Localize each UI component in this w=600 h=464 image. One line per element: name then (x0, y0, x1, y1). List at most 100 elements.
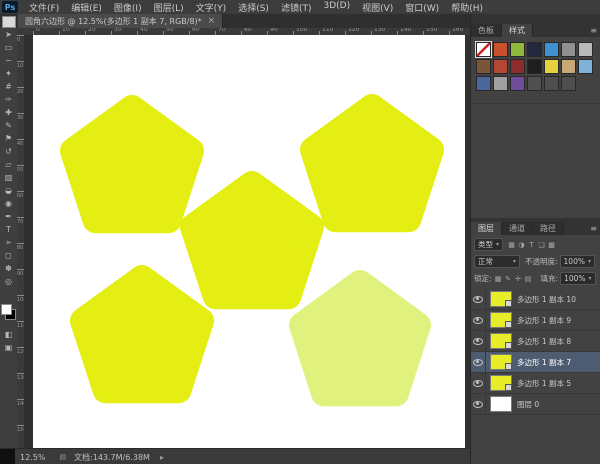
style-swatch[interactable] (493, 76, 508, 91)
menu-item[interactable]: 帮助(H) (445, 1, 489, 14)
style-swatch[interactable] (544, 42, 559, 57)
document-tab[interactable]: 圆角六边形 @ 12.5%(多边形 1 副本 7, RGB/8)* × (18, 14, 223, 28)
move-tool[interactable]: ➤ (0, 28, 17, 41)
healing-brush-tool[interactable]: ✚ (0, 106, 17, 119)
menu-item[interactable]: 选择(S) (232, 1, 275, 14)
layer-row[interactable]: 图层 0 (471, 394, 600, 415)
pen-tool[interactable]: ✒ (0, 210, 17, 223)
menu-item[interactable]: 编辑(E) (65, 1, 108, 14)
dodge-tool[interactable]: ◉ (0, 197, 17, 210)
vector-mask-badge (505, 342, 512, 349)
style-swatch[interactable] (476, 59, 491, 74)
lock-icon[interactable]: ✛ (514, 275, 523, 283)
path-selection-tool[interactable]: ➣ (0, 236, 17, 249)
style-swatch-none[interactable] (476, 42, 491, 57)
layer-row[interactable]: 多边形 1 副本 10 (471, 289, 600, 310)
menu-item[interactable]: 图像(I) (108, 1, 148, 14)
styles-tab-色板[interactable]: 色板 (471, 24, 502, 37)
menu-item[interactable]: 视图(V) (356, 1, 399, 14)
visibility-toggle[interactable] (471, 373, 486, 393)
layers-tab-图层[interactable]: 图层 (471, 222, 502, 235)
style-swatch[interactable] (578, 42, 593, 57)
clone-stamp-tool[interactable]: ⚑ (0, 132, 17, 145)
style-swatch[interactable] (493, 59, 508, 74)
visibility-toggle[interactable] (471, 394, 486, 414)
style-swatch[interactable] (578, 59, 593, 74)
history-brush-tool[interactable]: ↺ (0, 145, 17, 158)
style-swatch[interactable] (527, 59, 542, 74)
status-flyout-arrow[interactable]: ▸ (160, 453, 164, 462)
layers-tab-通道[interactable]: 通道 (502, 222, 533, 235)
layer-row[interactable]: 多边形 1 副本 9 (471, 310, 600, 331)
layer-filter-icon[interactable]: ❑ (537, 241, 546, 249)
layer-filter-kind-dropdown[interactable]: 类型 ▾ (474, 238, 503, 251)
visibility-toggle[interactable] (471, 310, 486, 330)
style-swatch[interactable] (527, 76, 542, 91)
menu-item[interactable]: 滤镜(T) (275, 1, 318, 14)
quick-selection-tool[interactable]: ✦ (0, 67, 17, 80)
crop-tool[interactable]: # (0, 80, 17, 93)
style-swatch[interactable] (493, 42, 508, 57)
zoom-level-field[interactable]: 12.5% (20, 453, 45, 462)
document-canvas[interactable] (33, 35, 465, 448)
close-tab-icon[interactable]: × (208, 16, 216, 26)
layer-filter-icon[interactable]: ▦ (507, 241, 516, 249)
blend-mode-row: 正常 ▾ 不透明度: 100% ▾ (471, 254, 600, 269)
layer-filter-icon[interactable]: T (527, 241, 536, 249)
fill-value[interactable]: 100% ▾ (560, 272, 595, 285)
style-swatch[interactable] (561, 59, 576, 74)
style-swatch[interactable] (561, 42, 576, 57)
quick-mask-button[interactable]: ◧ (0, 328, 17, 341)
menu-item[interactable]: 图层(L) (148, 1, 190, 14)
blur-tool[interactable]: ◒ (0, 184, 17, 197)
eyedropper-tool[interactable]: ✑ (0, 93, 17, 106)
layer-row[interactable]: 多边形 1 副本 7 (471, 352, 600, 373)
styles-tab-样式[interactable]: 样式 (502, 24, 533, 37)
hand-tool[interactable]: ✽ (0, 262, 17, 275)
layer-filter-icon[interactable]: ▩ (547, 241, 556, 249)
foreground-color-swatch[interactable] (1, 304, 12, 315)
style-swatch[interactable] (544, 59, 559, 74)
opacity-value[interactable]: 100% ▾ (560, 255, 595, 268)
gradient-tool[interactable]: ▨ (0, 171, 17, 184)
screen-mode-button[interactable]: ▣ (0, 341, 17, 354)
layers-panel-menu-icon[interactable]: ≡ (590, 224, 597, 233)
layers-panel: 图层通道路径 ≡ 类型 ▾ ▦◑T❑▩ 正常 ▾ 不透明度: (471, 222, 600, 464)
zoom-tool[interactable]: ◎ (0, 275, 17, 288)
marquee-tool[interactable]: ▭ (0, 41, 17, 54)
layer-row[interactable]: 多边形 1 副本 8 (471, 331, 600, 352)
style-swatch[interactable] (544, 76, 559, 91)
lock-icon[interactable]: ▤ (524, 275, 533, 283)
layers-tab-路径[interactable]: 路径 (533, 222, 564, 235)
visibility-toggle[interactable] (471, 331, 486, 351)
styles-panel-menu-icon[interactable]: ≡ (590, 26, 597, 35)
visibility-toggle[interactable] (471, 289, 486, 309)
blend-mode-dropdown[interactable]: 正常 ▾ (474, 255, 520, 268)
eraser-tool[interactable]: ▱ (0, 158, 17, 171)
lock-icon[interactable]: ▦ (494, 275, 503, 283)
style-swatch[interactable] (510, 42, 525, 57)
layer-row[interactable]: 多边形 1 副本 5 (471, 373, 600, 394)
eye-icon (473, 401, 483, 408)
style-swatch[interactable] (510, 76, 525, 91)
style-swatch[interactable] (476, 76, 491, 91)
style-swatch[interactable] (527, 42, 542, 57)
menu-item[interactable]: 窗口(W) (399, 1, 445, 14)
color-chips[interactable] (1, 304, 16, 320)
style-swatch[interactable] (510, 59, 525, 74)
menu-item[interactable]: 3D(D) (317, 1, 356, 14)
menu-item[interactable]: 文字(Y) (190, 1, 233, 14)
lock-icon[interactable]: ✎ (504, 275, 513, 283)
visibility-toggle[interactable] (471, 352, 486, 372)
menu-item[interactable]: 文件(F) (23, 1, 65, 14)
canvas-viewport[interactable] (24, 35, 470, 448)
type-tool[interactable]: T (0, 223, 17, 236)
lasso-tool[interactable]: ∽ (0, 54, 17, 67)
brush-tool[interactable]: ✎ (0, 119, 17, 132)
shape-tool[interactable]: ◻ (0, 249, 17, 262)
chevron-down-icon: ▾ (496, 241, 499, 248)
layer-filter-icon[interactable]: ◑ (517, 241, 526, 249)
layer-filter-row: 类型 ▾ ▦◑T❑▩ (471, 237, 600, 252)
ruler-tick-label: 140 (400, 28, 411, 33)
style-swatch[interactable] (561, 76, 576, 91)
